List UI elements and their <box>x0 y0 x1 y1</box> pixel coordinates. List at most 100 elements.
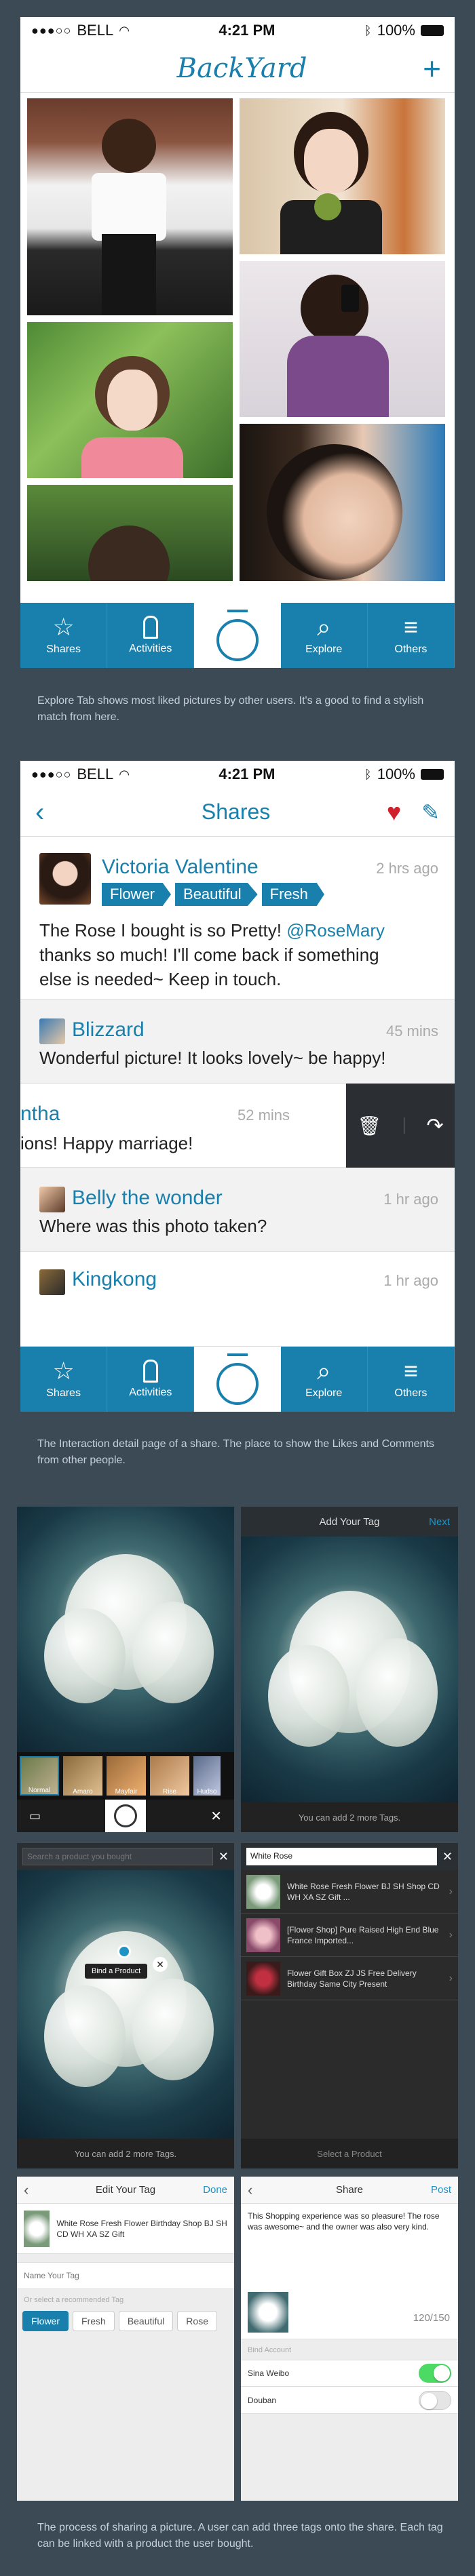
carrier: BELL <box>77 766 114 782</box>
photo-preview[interactable]: Bind a Product ✕ <box>17 1870 234 2139</box>
shares-screen: ●●●○○ BELL ◠ 4:21 PM ᛒ 100% ‹ Shares ♥ ✎… <box>20 761 455 1412</box>
edit-header: ‹ Edit Your Tag Done <box>17 2177 234 2204</box>
filter-bottom-bar: ▭ ✕ <box>17 1800 234 1832</box>
filter-hudson[interactable]: Hudso <box>193 1756 221 1796</box>
user-name[interactable]: Victoria Valentine <box>102 856 259 879</box>
gallery-icon[interactable]: ▭ <box>29 1809 41 1823</box>
recommended-tag[interactable]: Fresh <box>73 2311 115 2331</box>
tab-others[interactable]: ≡ Others <box>368 1347 455 1412</box>
user-name[interactable]: ntha <box>20 1103 60 1126</box>
back-icon[interactable]: ‹ <box>35 799 44 826</box>
tab-camera[interactable] <box>194 603 281 668</box>
user-name[interactable]: Blizzard <box>72 1018 145 1042</box>
share-text: This Shopping experience was so pleasure… <box>248 2211 440 2232</box>
share-compose[interactable]: This Shopping experience was so pleasure… <box>241 2204 458 2339</box>
product-row[interactable]: [Flower Shop] Pure Raised High End Blue … <box>241 1914 458 1957</box>
comment-card[interactable]: Victoria Valentine 2 hrs ago Flower Beau… <box>20 837 455 999</box>
tab-camera[interactable] <box>194 1347 281 1412</box>
account-row[interactable]: Douban <box>241 2387 458 2414</box>
add-icon[interactable]: + <box>423 53 441 84</box>
close-icon[interactable]: ✕ <box>218 1850 229 1864</box>
comment-card[interactable]: Belly the wonder 1 hr ago Where was this… <box>20 1168 455 1252</box>
tab-activities[interactable]: Activities <box>107 603 195 668</box>
tag-pin[interactable] <box>117 1945 131 1958</box>
heart-icon[interactable]: ♥ <box>387 799 401 825</box>
done-button[interactable]: Done <box>203 2184 227 2196</box>
search-input[interactable] <box>22 1848 213 1865</box>
search-header: ✕ <box>17 1843 234 1870</box>
close-icon[interactable]: ✕ <box>442 1850 453 1864</box>
shares-caption: The Interaction detail page of a share. … <box>37 1438 434 1466</box>
douban-toggle[interactable] <box>419 2390 451 2410</box>
search-input[interactable]: White Rose <box>246 1848 437 1865</box>
panel-title: Share <box>335 2184 364 2196</box>
remove-tag-icon[interactable]: ✕ <box>153 1957 168 1972</box>
back-icon[interactable]: ‹ <box>248 2181 252 2199</box>
carrier: BELL <box>77 22 114 39</box>
comment-card-swiped[interactable]: ntha 52 mins ions! Happy marriage! 🗑 ↷ <box>20 1084 455 1168</box>
back-icon[interactable]: ‹ <box>24 2181 28 2199</box>
recommended-tag[interactable]: Beautiful <box>118 2311 174 2331</box>
trash-icon[interactable]: 🗑 <box>357 1115 381 1137</box>
filter-mayfair[interactable]: Mayfair <box>107 1756 146 1796</box>
tag-chip[interactable]: Fresh <box>261 883 324 906</box>
edit-icon[interactable]: ✎ <box>421 801 440 823</box>
photo-grid <box>20 93 455 581</box>
name-tag-field[interactable] <box>17 2262 234 2289</box>
comment-card[interactable]: Blizzard 45 mins Wonderful picture! It l… <box>20 999 455 1084</box>
tab-activities[interactable]: Activities <box>107 1347 195 1412</box>
post-button[interactable]: Post <box>431 2184 451 2196</box>
explore-navbar: BackYard + <box>20 44 455 93</box>
weibo-toggle[interactable] <box>419 2364 451 2383</box>
share-panel: ‹ Share Post This Shopping experience wa… <box>241 2177 458 2501</box>
shutter-button[interactable] <box>105 1800 147 1832</box>
product-row[interactable]: White Rose Fresh Flower BJ SH Shop CD WH… <box>241 1870 458 1914</box>
filter-rise[interactable]: Rise <box>150 1756 189 1796</box>
tab-shares[interactable]: ☆ Shares <box>20 1347 108 1412</box>
app-logo: BackYard <box>176 52 307 84</box>
filter-amaro[interactable]: Amaro <box>63 1756 102 1796</box>
photo-tile[interactable] <box>240 98 445 254</box>
timestamp: 1 hr ago <box>383 1272 438 1289</box>
recommended-tag[interactable]: Rose <box>177 2311 217 2331</box>
tag-icon <box>142 1360 158 1383</box>
user-name[interactable]: Belly the wonder <box>72 1187 223 1210</box>
share-icon[interactable]: ↷ <box>426 1114 443 1138</box>
avatar <box>39 1187 65 1212</box>
comment-card[interactable]: Kingkong 1 hr ago <box>20 1252 455 1347</box>
filter-normal[interactable]: Normal <box>20 1756 59 1796</box>
photo-tile[interactable] <box>240 261 445 417</box>
name-tag-input[interactable] <box>24 2271 227 2280</box>
battery-icon <box>420 769 444 780</box>
bluetooth-icon: ᛒ <box>364 767 372 781</box>
mention-link[interactable]: @RoseMary <box>286 920 385 940</box>
clock: 4:21 PM <box>218 766 276 782</box>
tag-chip[interactable]: Beautiful <box>175 883 258 906</box>
user-name[interactable]: Kingkong <box>72 1268 157 1291</box>
battery-level: 100% <box>377 766 415 782</box>
bind-product-tooltip[interactable]: Bind a Product <box>85 1964 148 1979</box>
product-thumb <box>246 1874 280 1909</box>
tab-explore[interactable]: ⌕ Explore <box>281 603 368 668</box>
explore-caption: Explore Tab shows most liked pictures by… <box>37 695 424 723</box>
photo-tile[interactable] <box>27 485 233 581</box>
tab-explore[interactable]: ⌕ Explore <box>281 1347 368 1412</box>
search-header: White Rose ✕ <box>241 1843 458 1870</box>
star-icon: ☆ <box>52 613 75 641</box>
share-flow-caption: The process of sharing a picture. A user… <box>37 2522 443 2550</box>
photo-tile[interactable] <box>27 322 233 478</box>
account-row[interactable]: Sina Weibo <box>241 2360 458 2387</box>
menu-icon: ≡ <box>403 613 418 641</box>
photo-preview[interactable] <box>241 1537 458 1802</box>
photo-tile[interactable] <box>27 98 233 315</box>
tag-chip[interactable]: Flower <box>102 883 172 906</box>
next-button[interactable]: Next <box>429 1516 450 1528</box>
close-icon[interactable]: ✕ <box>210 1808 222 1825</box>
recommended-tag[interactable]: Flower <box>22 2311 69 2331</box>
product-row[interactable]: Flower Gift Box ZJ JS Free Delivery Birt… <box>241 1957 458 2000</box>
menu-icon: ≡ <box>403 1357 418 1385</box>
tab-bar: ☆ Shares Activities ⌕ Explore ≡ Others <box>20 603 455 668</box>
tab-others[interactable]: ≡ Others <box>368 603 455 668</box>
tab-shares[interactable]: ☆ Shares <box>20 603 108 668</box>
photo-tile[interactable] <box>240 424 445 581</box>
